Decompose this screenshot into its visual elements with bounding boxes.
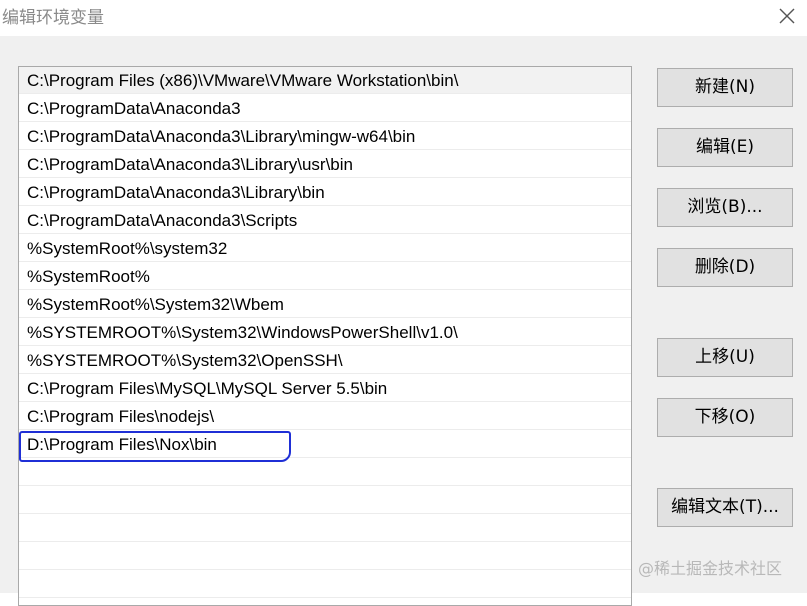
path-list-empty-row[interactable] bbox=[19, 571, 631, 598]
path-list-item[interactable]: C:\ProgramData\Anaconda3\Scripts bbox=[19, 207, 631, 234]
close-icon[interactable] bbox=[776, 5, 798, 27]
new-button[interactable]: 新建(N) bbox=[657, 68, 793, 107]
window-title: 编辑环境变量 bbox=[2, 8, 104, 28]
path-list-item[interactable]: %SYSTEMROOT%\System32\WindowsPowerShell\… bbox=[19, 319, 631, 346]
move-down-button[interactable]: 下移(O) bbox=[657, 398, 793, 437]
title-bar: 编辑环境变量 bbox=[0, 0, 807, 36]
path-list-item[interactable]: C:\ProgramData\Anaconda3\Library\bin bbox=[19, 179, 631, 206]
path-list-item[interactable]: %SystemRoot%\system32 bbox=[19, 235, 631, 262]
delete-button[interactable]: 删除(D) bbox=[657, 248, 793, 287]
browse-button[interactable]: 浏览(B)... bbox=[657, 188, 793, 227]
path-list-item[interactable]: C:\Program Files\MySQL\MySQL Server 5.5\… bbox=[19, 375, 631, 402]
path-list-item[interactable]: D:\Program Files\Nox\bin bbox=[19, 431, 631, 458]
edit-text-button[interactable]: 编辑文本(T)... bbox=[657, 488, 793, 527]
path-list-empty-row[interactable] bbox=[19, 515, 631, 542]
path-list-empty-row[interactable] bbox=[19, 543, 631, 570]
path-list-item[interactable]: C:\ProgramData\Anaconda3 bbox=[19, 95, 631, 122]
path-list-empty-row[interactable] bbox=[19, 459, 631, 486]
edit-button[interactable]: 编辑(E) bbox=[657, 128, 793, 167]
path-list-item[interactable]: C:\ProgramData\Anaconda3\Library\usr\bin bbox=[19, 151, 631, 178]
watermark-text: @稀土掘金技术社区 bbox=[638, 559, 783, 578]
path-list-item[interactable]: C:\ProgramData\Anaconda3\Library\mingw-w… bbox=[19, 123, 631, 150]
path-list-item[interactable]: C:\Program Files (x86)\VMware\VMware Wor… bbox=[19, 67, 631, 94]
move-up-button[interactable]: 上移(U) bbox=[657, 338, 793, 377]
path-list-item[interactable]: %SystemRoot%\System32\Wbem bbox=[19, 291, 631, 318]
path-list[interactable]: C:\Program Files (x86)\VMware\VMware Wor… bbox=[18, 66, 632, 606]
path-list-empty-row[interactable] bbox=[19, 487, 631, 514]
path-list-item[interactable]: %SYSTEMROOT%\System32\OpenSSH\ bbox=[19, 347, 631, 374]
path-list-item[interactable]: C:\Program Files\nodejs\ bbox=[19, 403, 631, 430]
path-list-item[interactable]: %SystemRoot% bbox=[19, 263, 631, 290]
